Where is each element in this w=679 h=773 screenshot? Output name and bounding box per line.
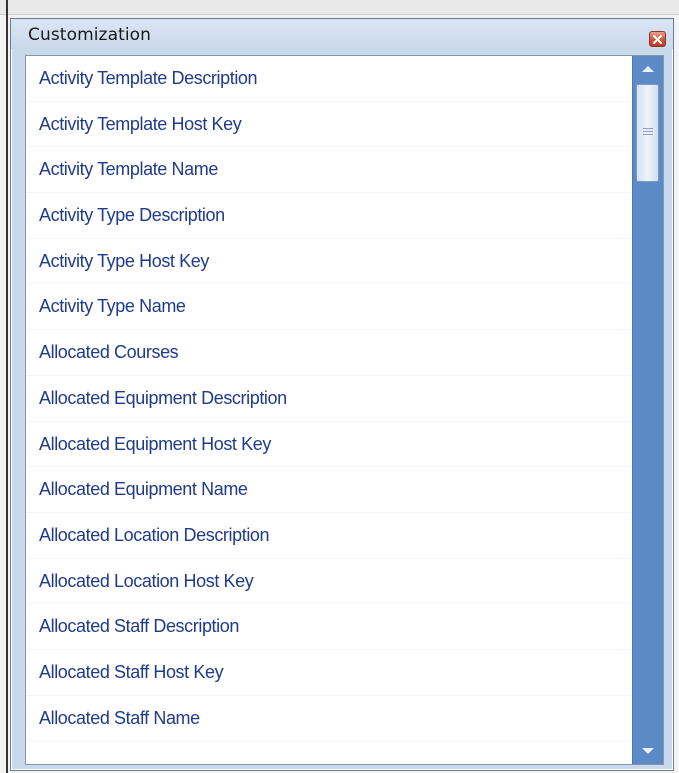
dialog-title: Customization [28,25,152,45]
customization-dialog: Customization Activity Template Descript… [10,18,674,771]
arrow-up-icon [642,66,654,72]
list-item[interactable]: Allocated Location Description [26,513,632,559]
list-item[interactable]: Activity Type Host Key [26,239,632,285]
list-item[interactable]: Allocated Equipment Name [26,467,632,513]
list-item[interactable]: Allocated Courses [26,330,632,376]
field-list-box[interactable]: Activity Template Description Activity Te… [25,55,664,765]
arrow-down-icon [642,748,654,754]
vertical-scrollbar[interactable] [632,56,663,764]
list-item[interactable]: Allocated Equipment Description [26,376,632,422]
close-icon [653,34,662,44]
list-item[interactable]: Activity Type Description [26,193,632,239]
close-button[interactable] [649,31,666,47]
list-item[interactable]: Allocated Location Host Key [26,559,632,605]
list-item[interactable]: Allocated Staff Description [26,604,632,650]
list-item[interactable]: Allocated Equipment Host Key [26,422,632,468]
field-list: Activity Template Description Activity Te… [26,56,632,764]
background-divider [6,0,8,773]
scroll-thumb[interactable] [636,84,659,182]
list-item[interactable]: Allocated Staff Name [26,696,632,742]
scroll-up-button[interactable] [633,58,663,80]
list-item[interactable]: Allocated Staff Host Key [26,650,632,696]
list-item[interactable]: Activity Type Name [26,284,632,331]
scroll-down-button[interactable] [633,740,663,762]
dialog-titlebar[interactable]: Customization [11,19,673,49]
grip-icon [643,128,653,138]
list-item[interactable]: Activity Template Host Key [26,102,632,148]
background-header-strip [0,0,679,15]
list-item[interactable]: Activity Template Description [26,56,632,102]
list-item[interactable]: Activity Template Name [26,147,632,194]
